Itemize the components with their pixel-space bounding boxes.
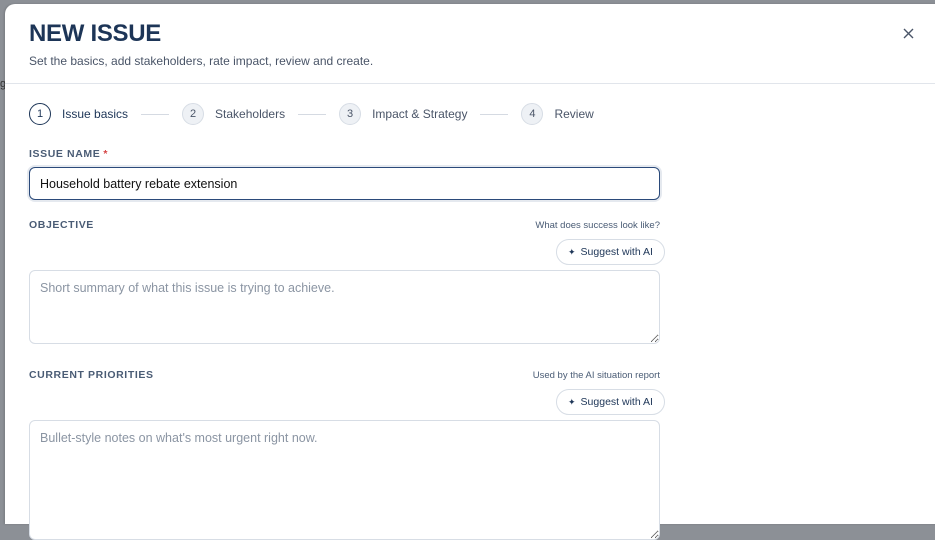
close-icon	[903, 28, 913, 38]
step-number: 1	[29, 103, 51, 125]
step-connector	[141, 113, 170, 115]
objective-suggest-ai-button[interactable]: ✦ Suggest with AI	[556, 239, 665, 265]
required-marker: *	[103, 148, 109, 160]
suggest-ai-label: Suggest with AI	[580, 396, 653, 408]
step-review[interactable]: 4 Review	[521, 103, 594, 125]
step-stakeholders[interactable]: 2 Stakeholders	[182, 103, 285, 125]
modal-subtitle: Set the basics, add stakeholders, rate i…	[29, 54, 374, 68]
objective-hint: What does success look like?	[535, 220, 660, 231]
issue-name-label-text: ISSUE NAME	[29, 148, 101, 160]
issue-name-input[interactable]	[29, 167, 660, 200]
objective-textarea[interactable]	[29, 270, 660, 344]
step-connector	[298, 113, 327, 115]
step-issue-basics[interactable]: 1 Issue basics	[29, 103, 128, 125]
priorities-hint: Used by the AI situation report	[532, 370, 660, 381]
step-number: 3	[339, 103, 362, 125]
step-label: Stakeholders	[215, 107, 286, 121]
step-number: 4	[521, 103, 544, 125]
new-issue-modal: NEW ISSUE Set the basics, add stakeholde…	[5, 4, 935, 540]
priorities-suggest-ai-button[interactable]: ✦ Suggest with AI	[556, 389, 665, 415]
step-impact-strategy[interactable]: 3 Impact & Strategy	[339, 103, 467, 125]
step-label: Impact & Strategy	[372, 107, 468, 121]
step-label: Issue basics	[62, 107, 129, 121]
modal-header: NEW ISSUE Set the basics, add stakeholde…	[5, 4, 935, 84]
wizard-stepper: 1 Issue basics 2 Stakeholders 3 Impact &…	[29, 102, 594, 126]
issue-name-label: ISSUE NAME *	[29, 148, 108, 160]
close-button[interactable]	[899, 24, 917, 42]
modal-title: NEW ISSUE	[29, 20, 161, 47]
sparkle-icon: ✦	[568, 396, 576, 407]
priorities-label: CURRENT PRIORITIES	[29, 369, 154, 381]
sparkle-icon: ✦	[568, 246, 576, 257]
step-label: Review	[554, 107, 594, 121]
step-connector	[480, 113, 509, 115]
suggest-ai-label: Suggest with AI	[580, 246, 653, 258]
step-number: 2	[182, 103, 205, 125]
objective-label: OBJECTIVE	[29, 219, 94, 231]
priorities-textarea[interactable]	[29, 420, 660, 540]
